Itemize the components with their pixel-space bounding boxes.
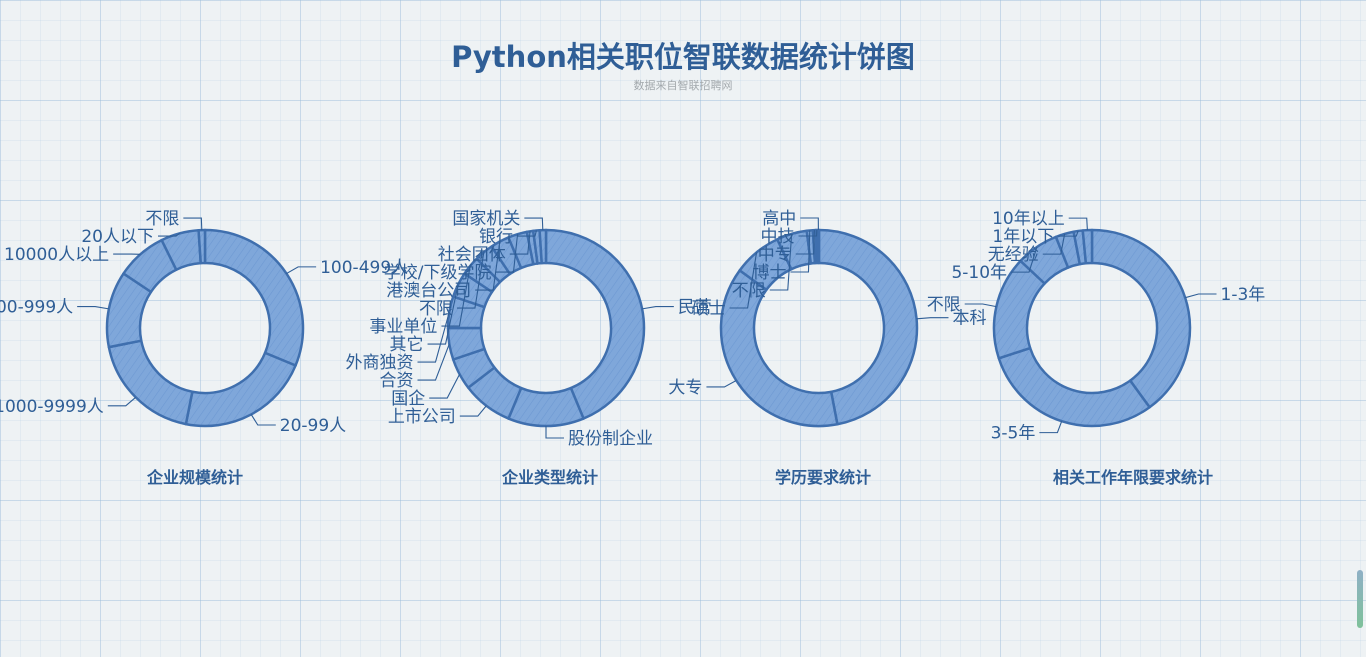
leader-line <box>1185 293 1217 299</box>
slice-label: 上市公司 <box>388 407 456 427</box>
slice-label: 500-999人 <box>0 298 73 318</box>
slice-label: 1年以下 <box>992 227 1054 247</box>
slice-label: 3-5年 <box>991 424 1036 444</box>
slice-label: 事业单位 <box>369 317 437 337</box>
pie-slice <box>816 228 821 265</box>
slice-label: 国家机关 <box>452 209 520 229</box>
pie-slice <box>197 228 207 265</box>
leader-line <box>1068 217 1088 231</box>
pie-charts: 100-499人20-99人不限20人以下10000人以上500-999人100… <box>0 209 1266 449</box>
pie-slice <box>1081 228 1094 265</box>
slice-label: 学校/下级学院 <box>384 263 492 283</box>
pie-slice <box>203 228 305 367</box>
slice-label: 合资 <box>379 371 413 391</box>
pie-slice <box>997 346 1151 428</box>
pie-slice <box>817 228 919 426</box>
chart-title-company-type: 企业类型统计 <box>501 468 598 487</box>
leader-line <box>183 217 203 231</box>
slice-label: 社会团体 <box>438 245 506 265</box>
leader-line <box>916 317 949 320</box>
slice-label: 无经验 <box>988 245 1039 265</box>
pie-slice <box>538 228 548 265</box>
leader-line <box>964 303 997 308</box>
slice-label: 不限 <box>145 209 179 229</box>
slice-label: 银行 <box>479 227 513 247</box>
slice-label: 不限 <box>927 295 961 315</box>
chart-title-experience: 相关工作年限要求统计 <box>1052 468 1213 487</box>
leader-line <box>286 266 317 275</box>
leader-line <box>429 373 461 399</box>
chart-title-education: 学历要求统计 <box>774 468 871 487</box>
slice-label: 高中 <box>762 209 796 229</box>
donut-chart: 100-499人20-99人不限20人以下10000人以上500-999人100… <box>0 209 408 436</box>
slice-label: 大专 <box>668 378 702 398</box>
slice-label: 国企 <box>391 389 425 409</box>
slice-label: 10年以上 <box>992 209 1065 229</box>
pie-slice <box>1090 228 1192 409</box>
leader-line <box>524 217 544 231</box>
leader-line <box>459 405 487 417</box>
donut-chart: 本科高中中技中专博士不限硕士大专 <box>668 209 987 428</box>
leader-line <box>77 305 109 310</box>
page-scrollbar[interactable] <box>1357 570 1363 628</box>
leader-line <box>800 217 819 231</box>
leader-line <box>1039 421 1063 434</box>
slice-label: 20-99人 <box>280 416 346 436</box>
slice-label: 1000-9999人 <box>0 397 104 417</box>
pie-slice <box>107 339 194 426</box>
slice-label: 中技 <box>761 227 795 247</box>
slice-label: 1-3年 <box>1221 285 1266 305</box>
slice-label: 其它 <box>390 335 424 355</box>
donut-chart: 民营股份制企业国家机关银行社会团体学校/下级学院港澳台公司不限事业单位其它外商独… <box>345 209 711 449</box>
slice-label: 5-10年 <box>951 263 1007 283</box>
leader-line <box>107 396 137 407</box>
slice-label: 外商独资 <box>345 353 413 373</box>
leader-line <box>545 426 564 439</box>
slice-label: 硕士 <box>692 299 726 319</box>
slice-label: 港澳台公司 <box>386 281 471 301</box>
leader-line <box>706 380 737 388</box>
slice-label: 中专 <box>758 245 792 265</box>
slice-label: 20人以下 <box>81 227 154 247</box>
leader-line <box>642 305 674 310</box>
leader-line <box>250 414 276 426</box>
chart-title-company-size: 企业规模统计 <box>146 468 243 487</box>
slice-label: 10000人以上 <box>4 245 109 265</box>
slice-label: 博士 <box>752 263 786 283</box>
slice-label: 股份制企业 <box>568 429 653 449</box>
